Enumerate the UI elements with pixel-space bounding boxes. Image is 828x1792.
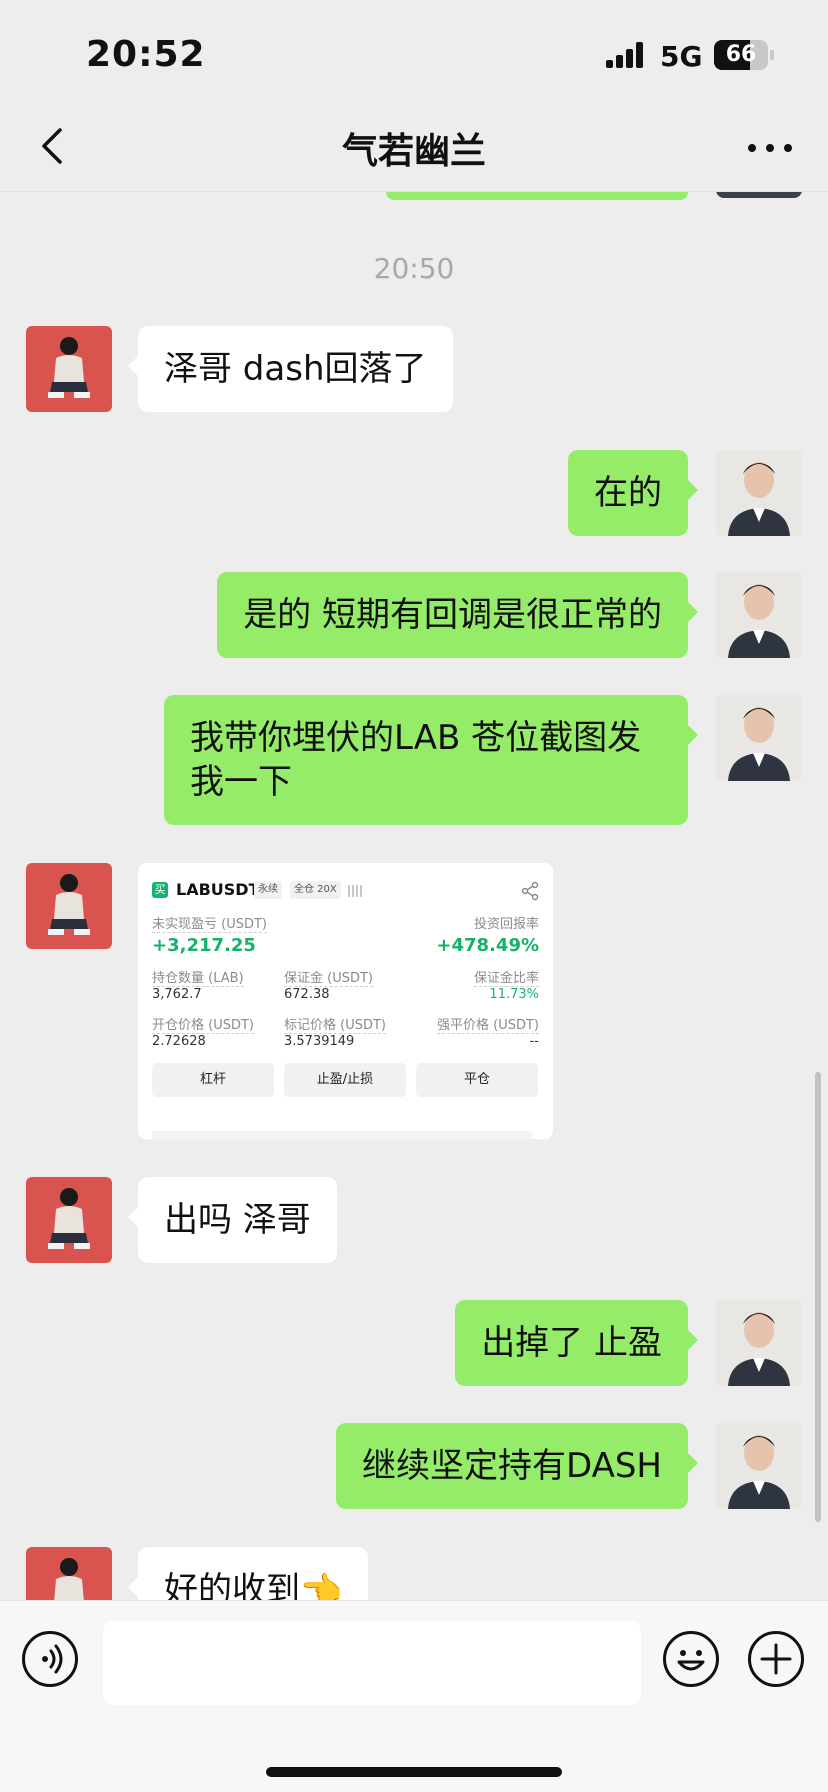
person-avatar-icon bbox=[728, 1435, 790, 1509]
roi-label: 投资回报率 bbox=[473, 917, 539, 932]
chat-title: 气若幽兰 bbox=[341, 131, 486, 172]
liq-price-value: -- bbox=[529, 1034, 539, 1049]
person-avatar-icon bbox=[728, 584, 790, 658]
signal-bars-icon bbox=[348, 885, 362, 897]
entry-price-label: 开仓价格 (USDT) bbox=[152, 1014, 254, 1034]
my-avatar[interactable] bbox=[716, 1423, 802, 1509]
avatar-partial[interactable] bbox=[716, 192, 802, 198]
person-avatar-icon bbox=[728, 462, 790, 536]
emoji-button[interactable] bbox=[663, 1631, 719, 1687]
person-avatar-icon bbox=[728, 1312, 790, 1386]
contact-avatar[interactable] bbox=[26, 1547, 112, 1600]
my-avatar[interactable] bbox=[716, 450, 802, 536]
my-avatar[interactable] bbox=[716, 572, 802, 658]
chat-scrollbar[interactable] bbox=[815, 1072, 821, 1522]
plus-button[interactable] bbox=[748, 1631, 804, 1687]
liq-price-label: 强平价格 (USDT) bbox=[437, 1014, 539, 1034]
roi-value: +478.49% bbox=[436, 935, 539, 956]
my-avatar[interactable] bbox=[716, 1300, 802, 1386]
person-avatar-icon bbox=[54, 1558, 84, 1600]
pnl-label: 未实现盈亏 (USDT) bbox=[152, 913, 267, 933]
message-bubble[interactable]: 出吗 泽哥 bbox=[128, 1177, 337, 1263]
image-message[interactable]: 买 LABUSDT 永续 全仓 20X 未实现盈亏 (USDT) +3,217.… bbox=[138, 863, 553, 1139]
person-avatar-icon bbox=[48, 337, 90, 398]
margin-ratio-label: 保证金比率 bbox=[473, 967, 539, 987]
status-bar: 20:52 5G 66 bbox=[0, 0, 828, 100]
chat-area[interactable]: 20:50 泽哥 dash回落了 在的 是的 短期有回调是很正常的 我带你埋伏的… bbox=[0, 192, 828, 1600]
position-label: 持仓数量 (LAB) bbox=[152, 967, 244, 987]
chat-header: 气若幽兰 bbox=[0, 100, 828, 192]
pnl-value: +3,217.25 bbox=[152, 935, 256, 956]
tp-sl-button: 止盈/止损 bbox=[284, 1063, 406, 1097]
margin-mode-tag: 全仓 20X bbox=[290, 881, 341, 899]
contract-type-tag: 永续 bbox=[254, 881, 282, 899]
contact-avatar[interactable] bbox=[26, 326, 112, 412]
message-bubble-partial[interactable] bbox=[386, 192, 688, 200]
plus-icon bbox=[760, 1643, 792, 1675]
message-bubble[interactable]: 泽哥 dash回落了 bbox=[128, 326, 453, 412]
back-button[interactable] bbox=[30, 122, 78, 170]
message-bubble[interactable]: 继续坚定持有DASH bbox=[336, 1423, 698, 1509]
contact-avatar[interactable] bbox=[26, 863, 112, 949]
message-bubble[interactable]: 我带你埋伏的LAB 苍位截图发我一下 bbox=[164, 695, 698, 825]
signal-icon bbox=[606, 42, 646, 68]
buy-badge: 买 bbox=[152, 882, 168, 898]
message-input[interactable] bbox=[103, 1621, 641, 1705]
leverage-button: 杠杆 bbox=[152, 1063, 274, 1097]
trade-symbol: LABUSDT bbox=[176, 880, 260, 899]
emoji-icon bbox=[677, 1650, 705, 1671]
person-avatar-icon bbox=[48, 1188, 90, 1249]
mark-price-label: 标记价格 (USDT) bbox=[284, 1014, 386, 1034]
margin-value: 672.38 bbox=[284, 987, 330, 1002]
home-indicator bbox=[266, 1767, 562, 1777]
message-bubble[interactable]: 在的 bbox=[568, 450, 698, 536]
voice-icon bbox=[42, 1644, 63, 1674]
status-time: 20:52 bbox=[86, 34, 206, 75]
voice-button[interactable] bbox=[22, 1631, 78, 1687]
battery-level: 66 bbox=[725, 42, 757, 67]
person-avatar-icon bbox=[728, 707, 790, 781]
message-bubble[interactable]: 是的 短期有回调是很正常的 bbox=[217, 572, 698, 658]
network-type: 5G bbox=[660, 40, 703, 73]
share-icon bbox=[521, 881, 539, 901]
contact-avatar[interactable] bbox=[26, 1177, 112, 1263]
margin-label: 保证金 (USDT) bbox=[284, 967, 373, 987]
message-bubble[interactable]: 好的收到👈 bbox=[127, 1547, 369, 1600]
more-button[interactable] bbox=[740, 124, 800, 168]
chevron-left-icon bbox=[42, 128, 62, 164]
battery-icon: 66 bbox=[714, 40, 768, 70]
position-value: 3,762.7 bbox=[152, 987, 202, 1002]
message-bubble[interactable]: 出掉了 止盈 bbox=[455, 1300, 698, 1386]
entry-price-value: 2.72628 bbox=[152, 1034, 206, 1049]
next-card-edge bbox=[152, 1131, 532, 1139]
message-timestamp: 20:50 bbox=[373, 252, 455, 285]
person-avatar-icon bbox=[48, 874, 90, 935]
battery-tip bbox=[770, 50, 774, 60]
my-avatar[interactable] bbox=[716, 695, 802, 781]
input-bar bbox=[0, 1600, 828, 1792]
mark-price-value: 3.5739149 bbox=[284, 1034, 355, 1049]
margin-ratio-value: 11.73% bbox=[489, 987, 539, 1002]
close-position-button: 平仓 bbox=[416, 1063, 538, 1097]
